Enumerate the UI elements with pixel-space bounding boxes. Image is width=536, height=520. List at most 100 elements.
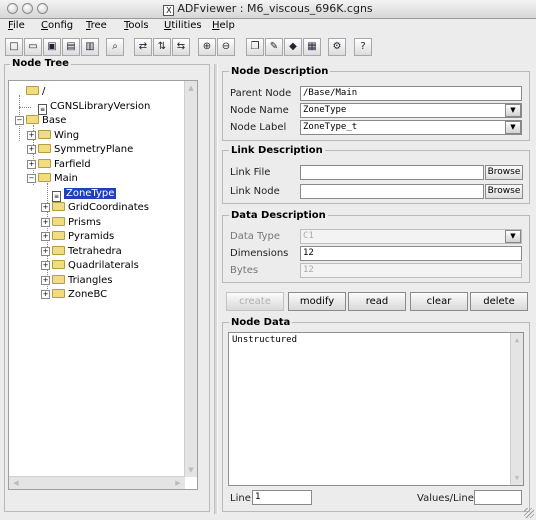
- menu-help[interactable]: Help: [212, 20, 235, 31]
- node-name-field[interactable]: ZoneType: [300, 103, 522, 118]
- scroll-up-icon[interactable]: ▲: [186, 83, 196, 93]
- data-type-label: Data Type: [230, 231, 281, 242]
- tree-node[interactable]: /: [15, 85, 45, 99]
- expand-icon[interactable]: +: [27, 159, 36, 169]
- line-field[interactable]: 1: [252, 490, 312, 505]
- tree-node-label: Triangles: [68, 274, 113, 286]
- bytes-label: Bytes: [230, 265, 259, 276]
- plot-icon[interactable]: ◆: [284, 38, 302, 56]
- link-node-field[interactable]: [300, 184, 484, 199]
- tree-node[interactable]: ≡ CGNSLibraryVersion: [27, 100, 150, 115]
- expand-icon[interactable]: +: [41, 232, 50, 241]
- link-icon[interactable]: ⇄: [134, 38, 152, 56]
- expand-icon[interactable]: +: [41, 203, 50, 212]
- node-label-field[interactable]: ZoneType_t: [300, 120, 522, 135]
- expand-icon[interactable]: +: [27, 130, 36, 140]
- save-icon[interactable]: ▣: [43, 38, 61, 56]
- parent-node-label: Parent Node: [230, 88, 292, 99]
- edit-icon[interactable]: ✎: [265, 38, 283, 56]
- tree-node[interactable]: + Tetrahedra: [41, 245, 122, 259]
- dimensions-label: Dimensions: [230, 248, 289, 259]
- folder-icon: [38, 173, 51, 182]
- node-data-content: Unstructured: [232, 335, 298, 345]
- zoom-out-icon[interactable]: ⊖: [217, 38, 235, 56]
- data-type-dropdown-icon[interactable]: ▼: [505, 230, 521, 243]
- tree-node[interactable]: + SymmetryPlane: [27, 143, 133, 157]
- tree-node[interactable]: + Farfield: [27, 158, 91, 172]
- menu-label-rest: onfig: [47, 20, 74, 31]
- menu-tools[interactable]: Tools: [124, 20, 149, 31]
- save-as-icon[interactable]: ▤: [62, 38, 80, 56]
- tree-node[interactable]: + Triangles: [41, 274, 112, 288]
- folder-icon: [38, 144, 51, 153]
- tree-node[interactable]: ≡ ZoneType: [41, 187, 117, 202]
- values-per-line-label: Values/Line: [417, 493, 474, 504]
- menu-tree[interactable]: Tree: [86, 20, 107, 31]
- menu-label-rest: tilities: [171, 20, 202, 31]
- unlink-icon[interactable]: ⇅: [153, 38, 171, 56]
- expand-icon[interactable]: +: [41, 275, 50, 285]
- data-scroll-up-icon[interactable]: ▲: [512, 335, 522, 345]
- tree-node[interactable]: + ZoneBC: [41, 288, 107, 302]
- node-name-dropdown-icon[interactable]: ▼: [505, 104, 521, 117]
- menu-config[interactable]: Config: [41, 20, 73, 31]
- collapse-icon[interactable]: −: [15, 116, 24, 125]
- collapse-icon[interactable]: −: [27, 174, 36, 183]
- folder-icon: [52, 274, 65, 284]
- menu-file[interactable]: File: [8, 20, 25, 31]
- menu-utilities[interactable]: Utilities: [164, 20, 202, 31]
- tree-node-label: ZoneBC: [68, 289, 108, 300]
- new-file-icon[interactable]: □: [5, 38, 23, 56]
- clear-button[interactable]: clear: [410, 292, 468, 311]
- expand-icon[interactable]: +: [41, 246, 50, 256]
- tree-node[interactable]: + Wing: [27, 129, 79, 143]
- link-file-field[interactable]: [300, 165, 484, 180]
- expand-icon[interactable]: +: [41, 261, 50, 270]
- help-icon[interactable]: ?: [354, 38, 372, 56]
- expand-icon[interactable]: +: [27, 145, 36, 154]
- scroll-left-icon[interactable]: ◀: [11, 478, 21, 488]
- modify-button[interactable]: modify: [288, 292, 346, 311]
- node-data-textarea[interactable]: Unstructured ▲ ▼: [228, 332, 524, 486]
- tree-node[interactable]: + Prisms: [41, 216, 101, 230]
- tree-node[interactable]: + Pyramids: [41, 230, 114, 244]
- tree-vertical-scrollbar[interactable]: ▲ ▼: [184, 81, 197, 477]
- tree-node[interactable]: − Main: [27, 172, 78, 186]
- document-icon: ≡: [52, 190, 61, 202]
- table-icon[interactable]: ▦: [303, 38, 321, 56]
- tree-node[interactable]: − Base: [15, 114, 66, 128]
- scroll-right-icon[interactable]: ▶: [173, 478, 183, 488]
- delete-button[interactable]: delete: [470, 292, 528, 311]
- zoom-in-icon[interactable]: ⊕: [198, 38, 216, 56]
- expand-icon[interactable]: +: [41, 290, 50, 299]
- values-per-line-field[interactable]: [474, 490, 522, 505]
- tree-node-label: Prisms: [68, 216, 101, 228]
- node-tree[interactable]: ▲ ▼ ◀ ▶ / ≡ CGNSLibraryVersion − Base + Wing + S…: [8, 80, 198, 490]
- scroll-down-icon[interactable]: ▼: [186, 465, 196, 475]
- tree-node[interactable]: + Quadrilaterals: [41, 259, 139, 273]
- create-button[interactable]: create: [226, 292, 284, 311]
- copy-icon[interactable]: ❐: [246, 38, 264, 56]
- settings-icon[interactable]: ⚙: [328, 38, 346, 56]
- toolbar: □ ▭ ▣ ▤ ▥ ⌕ ⇄ ⇅ ⇆ ⊕ ⊖ ❐ ✎ ◆ ▦ ⚙?: [0, 36, 536, 58]
- folder-icon: [52, 202, 65, 211]
- find-icon[interactable]: ⌕: [106, 38, 124, 56]
- print-icon[interactable]: ▥: [81, 38, 99, 56]
- open-folder-icon[interactable]: ▭: [24, 38, 42, 56]
- link-file-browse-button[interactable]: Browse: [485, 165, 523, 180]
- link-node-browse-button[interactable]: Browse: [485, 184, 523, 199]
- read-button[interactable]: read: [348, 292, 406, 311]
- data-scroll-down-icon[interactable]: ▼: [512, 473, 522, 483]
- node-tree-title: Node Tree: [10, 58, 71, 69]
- dimensions-field[interactable]: 12: [300, 246, 522, 261]
- tree-node[interactable]: + GridCoordinates: [41, 201, 149, 215]
- resize-grip-icon[interactable]: [524, 508, 534, 518]
- node-data-scrollbar[interactable]: ▲ ▼: [510, 333, 523, 485]
- node-label-dropdown-icon[interactable]: ▼: [505, 121, 521, 134]
- compare-icon[interactable]: ⇆: [172, 38, 190, 56]
- tree-horizontal-scrollbar[interactable]: ◀ ▶: [9, 476, 185, 489]
- parent-node-field[interactable]: /Base/Main: [300, 86, 522, 101]
- expand-icon[interactable]: +: [41, 217, 50, 227]
- tree-node-label: Tetrahedra: [68, 245, 122, 257]
- pane-splitter[interactable]: [214, 64, 218, 514]
